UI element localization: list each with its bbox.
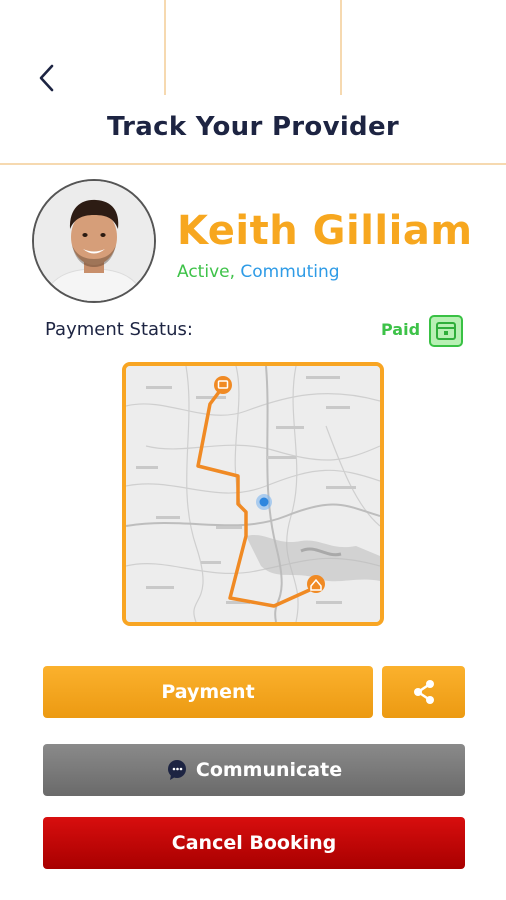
provider-avatar [34, 181, 154, 301]
header-divider [340, 0, 342, 95]
store-pin-icon [214, 376, 232, 394]
cancel-booking-button[interactable]: Cancel Booking [43, 817, 465, 869]
avatar [32, 179, 156, 303]
payment-status-value: Paid [381, 320, 421, 339]
page-title: Track Your Provider [106, 112, 400, 142]
communicate-button-label: Communicate [195, 759, 343, 781]
chevron-left-icon [39, 64, 54, 92]
payment-button[interactable]: Payment [43, 666, 373, 718]
payment-status-label: Payment Status: [45, 319, 193, 340]
payment-button-label: Payment [161, 681, 255, 703]
provider-status: Active, Commuting [177, 262, 340, 282]
share-icon [413, 680, 434, 704]
status-active: Active, [177, 262, 235, 282]
home-pin-icon [307, 575, 325, 593]
communicate-button[interactable]: Communicate [43, 744, 465, 796]
status-commuting: Commuting [240, 262, 340, 282]
cancel-booking-label: Cancel Booking [171, 832, 337, 854]
provider-name: Keith Gilliam [177, 208, 473, 254]
tracking-map[interactable] [122, 362, 384, 626]
header-divider [164, 0, 166, 95]
back-button[interactable] [30, 60, 66, 96]
chat-bubble-icon [167, 760, 186, 780]
location-dot-icon [256, 494, 272, 510]
share-button[interactable] [382, 666, 465, 718]
wallet-icon [429, 315, 463, 347]
